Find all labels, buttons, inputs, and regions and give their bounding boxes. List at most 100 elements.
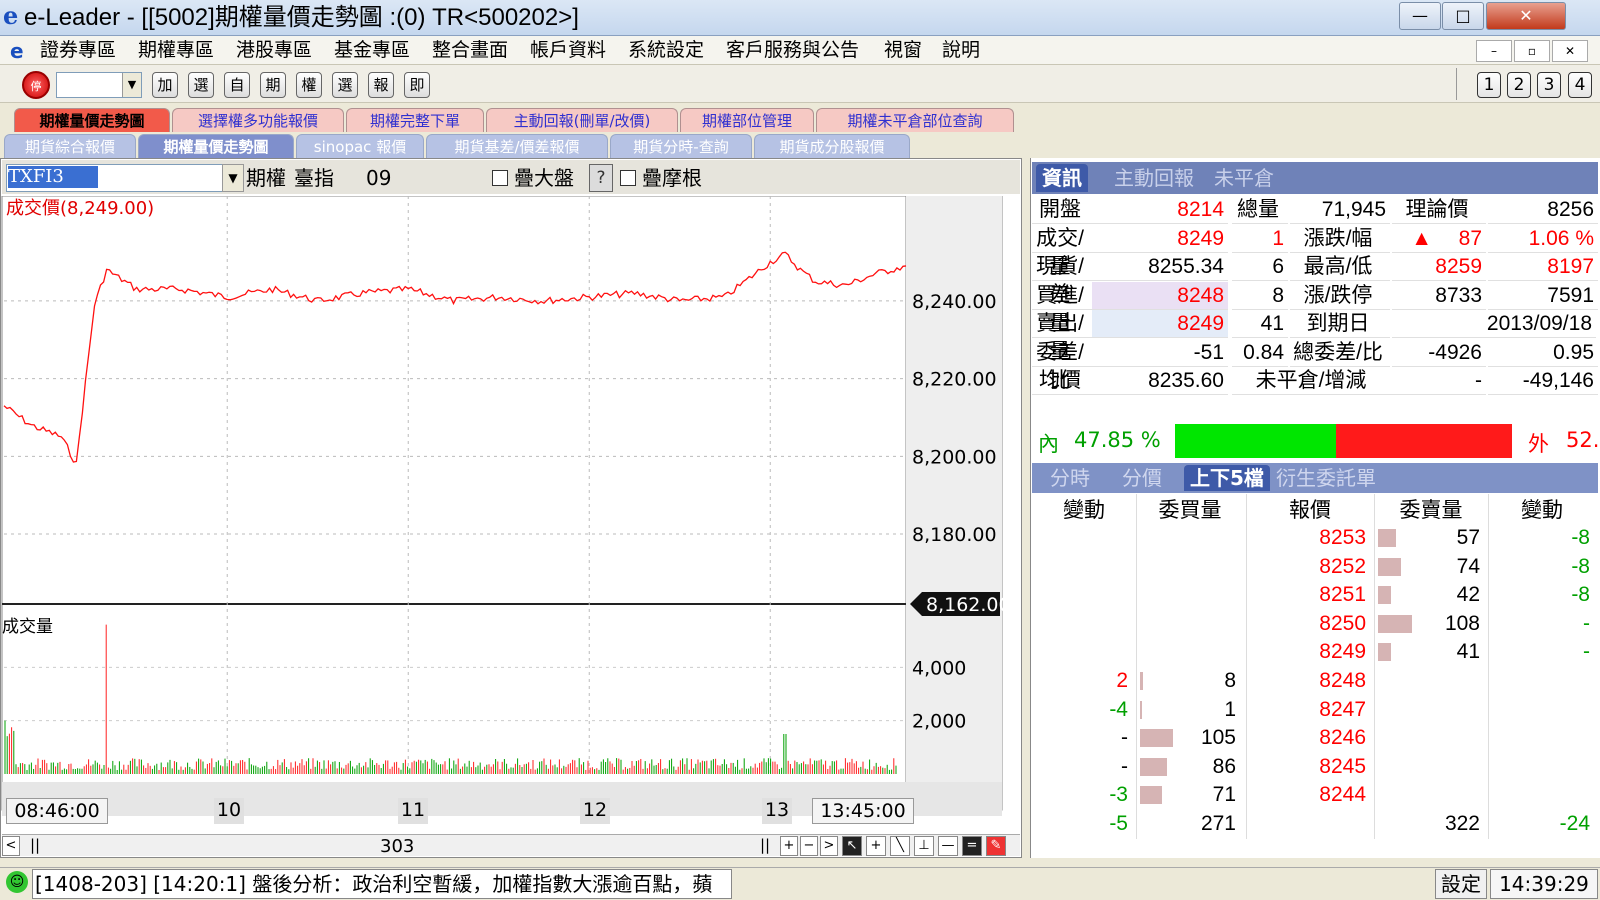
- news-ticker[interactable]: [1408-203] [14:20:1] 盤後分析：政治利空暫緩，加權指數大漲逾…: [32, 869, 732, 899]
- scroll-left-button[interactable]: <: [2, 836, 20, 856]
- scroll-right-button[interactable]: >: [820, 836, 838, 856]
- menu-window[interactable]: 視窗: [884, 38, 922, 62]
- scroll-thumb-right[interactable]: ||: [760, 836, 770, 854]
- tab-basis-spread[interactable]: 期貨基差/價差報價: [426, 134, 608, 158]
- symbol-value[interactable]: TXFI3: [8, 166, 98, 188]
- toolbar-options-button[interactable]: 權: [296, 72, 322, 98]
- tab-option-price-chart[interactable]: 期權量價走勢圖: [14, 108, 170, 132]
- up-arrow-icon: ▲: [1392, 225, 1432, 253]
- chevron-down-icon[interactable]: ▼: [122, 73, 141, 97]
- stop-icon[interactable]: 停: [22, 71, 50, 99]
- layout-1-button[interactable]: 1: [1477, 72, 1501, 98]
- clear-tool-icon[interactable]: ✎: [986, 836, 1006, 856]
- info-cell: 理論價: [1392, 196, 1486, 224]
- tab-option-multi-quote[interactable]: 選擇權多功能報價: [172, 108, 344, 132]
- tab-order-report[interactable]: 主動回報(刪單/改價): [486, 108, 678, 132]
- bid-price: 8248: [1319, 669, 1366, 692]
- info-cell: 87: [1432, 225, 1486, 253]
- minimize-button[interactable]: —: [1399, 2, 1441, 30]
- toolbar-instant-button[interactable]: 即: [404, 72, 430, 98]
- out-percent: 52.: [1566, 428, 1600, 452]
- y-price-tick: 8,220.00: [912, 369, 997, 391]
- scroll-thumb-left[interactable]: ||: [30, 836, 40, 854]
- menu-help[interactable]: 說明: [942, 38, 980, 62]
- info-cell: 41: [1232, 310, 1288, 338]
- horizontal-line-tool-icon[interactable]: —: [938, 836, 958, 856]
- overlay-index-label: 疊大盤: [514, 166, 574, 190]
- ask-price: 8249: [1319, 640, 1366, 664]
- menu-securities[interactable]: 證券專區: [40, 38, 116, 62]
- ask-price: 8250: [1319, 611, 1366, 635]
- menu-integrated[interactable]: 整合畫面: [432, 38, 508, 62]
- tab-futures-quote[interactable]: 期貨綜合報價: [4, 134, 136, 158]
- ask-qty: 41: [1456, 640, 1480, 664]
- tab-sinopac-quote[interactable]: sinopac 報價: [296, 134, 424, 158]
- menu-account[interactable]: 帳戶資料: [530, 38, 606, 62]
- ask-change: -: [1583, 640, 1590, 664]
- tab-position-mgmt[interactable]: 期權部位管理: [680, 108, 814, 132]
- tab-price-dist[interactable]: 分價: [1122, 465, 1162, 491]
- symbol-dropdown-icon[interactable]: ▼: [222, 164, 244, 192]
- help-button[interactable]: ?: [589, 164, 613, 192]
- book-header-bid-qty: 委買量: [1158, 498, 1222, 522]
- mdi-close-button[interactable]: ✕: [1552, 40, 1588, 62]
- y-volume-tick: 2,000: [912, 711, 966, 733]
- ask-change: -: [1583, 611, 1590, 635]
- tab-open-position-query[interactable]: 期權未平倉部位查詢: [816, 108, 1014, 132]
- tab-info[interactable]: 資訊: [1036, 164, 1088, 192]
- info-cell: 開盤: [1032, 196, 1092, 224]
- menu-options[interactable]: 期權專區: [138, 38, 214, 62]
- smile-icon[interactable]: ☺: [6, 871, 28, 893]
- menu-system[interactable]: 系統設定: [628, 38, 704, 62]
- close-button[interactable]: ✕: [1486, 2, 1566, 30]
- tab-option-order[interactable]: 期權完整下單: [346, 108, 484, 132]
- tab-futures-tick-query[interactable]: 期貨分時-查詢: [610, 134, 752, 158]
- info-cell: 1.06 %: [1488, 225, 1598, 253]
- info-cell: 8248: [1092, 281, 1228, 310]
- toolbar-choose-button[interactable]: 選: [332, 72, 358, 98]
- overlay-msci-checkbox[interactable]: [620, 170, 636, 186]
- toolbar-select-button[interactable]: 選: [188, 72, 214, 98]
- mdi-minimize-button[interactable]: –: [1476, 40, 1512, 62]
- tab-derivative-orders[interactable]: 衍生委託單: [1276, 465, 1376, 491]
- layout-3-button[interactable]: 3: [1537, 72, 1561, 98]
- tab-top5[interactable]: 上下5檔: [1184, 465, 1270, 491]
- bid-qty: 105: [1200, 726, 1236, 750]
- ask-price: 8253: [1319, 526, 1366, 549]
- price-volume-chart[interactable]: 8,240.00 8,220.00 8,200.00 8,180.00 8,162.00…: [0, 196, 1022, 836]
- toolbar-futures-button[interactable]: 期: [260, 72, 286, 98]
- menu-service[interactable]: 客戶服務與公告: [726, 38, 859, 62]
- mdi-restore-button[interactable]: ▫: [1514, 40, 1550, 62]
- maximize-button[interactable]: □: [1442, 2, 1484, 30]
- volume-label: 成交量: [2, 617, 53, 637]
- in-label: 內: [1038, 432, 1059, 456]
- settings-button[interactable]: 設定: [1435, 869, 1487, 899]
- fib-tool-icon[interactable]: =: [962, 836, 982, 856]
- ask-change: -8: [1571, 583, 1590, 607]
- info-cell: 7591: [1488, 282, 1598, 310]
- toolbar-custom-button[interactable]: 自: [224, 72, 250, 98]
- info-cell: 0.84: [1232, 339, 1288, 367]
- info-cell: 71,945: [1290, 196, 1390, 224]
- window-title: e-Leader - [[5002]期權量價走勢圖 :(0) TR<500202…: [24, 4, 579, 31]
- toolbar-add-button[interactable]: 加: [152, 72, 178, 98]
- layout-2-button[interactable]: 2: [1507, 72, 1531, 98]
- info-cell: 均價: [1032, 367, 1092, 395]
- tab-open-interest[interactable]: 未平倉: [1214, 164, 1274, 192]
- zoom-out-button[interactable]: −: [800, 836, 818, 856]
- zoom-in-button[interactable]: +: [780, 836, 798, 856]
- tab-component-quote[interactable]: 期貨成分股報價: [754, 134, 910, 158]
- overlay-index-checkbox[interactable]: [492, 170, 508, 186]
- info-cell: 漲/跌停: [1290, 282, 1390, 310]
- tab-time[interactable]: 分時: [1050, 465, 1090, 491]
- trendline-tool-icon[interactable]: ╲: [890, 836, 910, 856]
- crosshair-tool-icon[interactable]: +: [866, 836, 886, 856]
- layout-4-button[interactable]: 4: [1568, 72, 1592, 98]
- vertical-line-tool-icon[interactable]: ⊥: [914, 836, 934, 856]
- menu-hk-stocks[interactable]: 港股專區: [236, 38, 312, 62]
- menu-funds[interactable]: 基金專區: [334, 38, 410, 62]
- tab-option-price-chart-2[interactable]: 期權量價走勢圖: [138, 134, 294, 158]
- tab-active-report[interactable]: 主動回報: [1114, 164, 1194, 192]
- cursor-tool-icon[interactable]: ↖: [842, 836, 862, 856]
- toolbar-report-button[interactable]: 報: [368, 72, 394, 98]
